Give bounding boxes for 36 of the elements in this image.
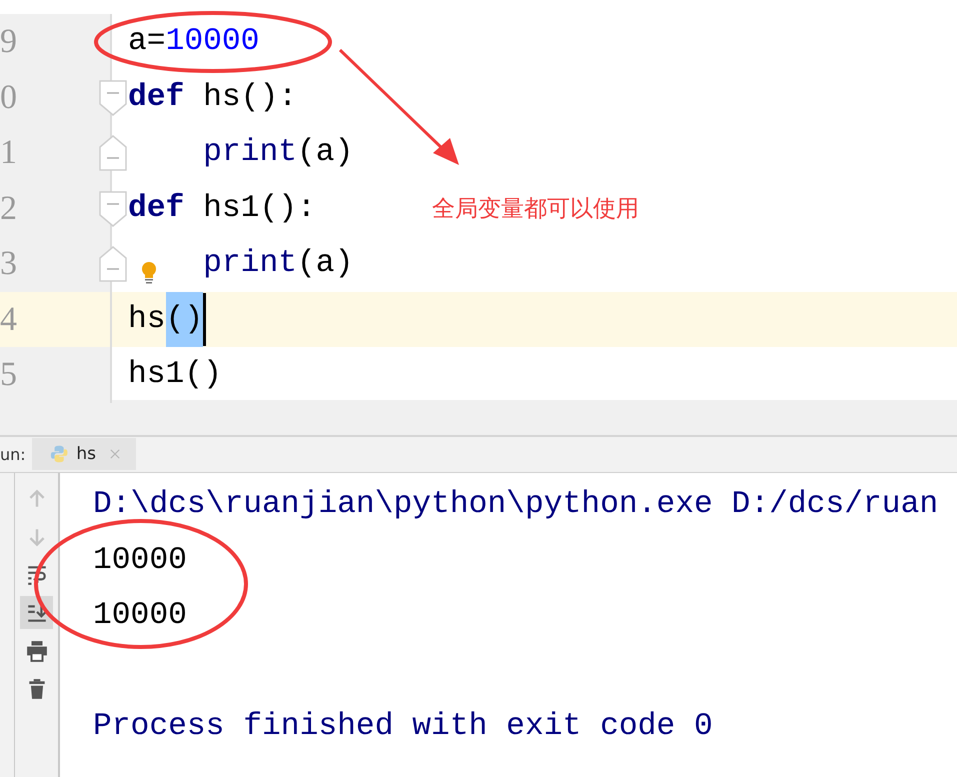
code-text: (a)	[297, 135, 354, 170]
python-icon	[50, 443, 68, 465]
code-text: def	[128, 80, 184, 115]
close-icon[interactable]	[110, 448, 120, 460]
line-number: 0	[0, 78, 17, 118]
lightbulb-icon[interactable]	[141, 262, 157, 284]
line-number: 5	[0, 355, 17, 395]
code-text: a=	[128, 24, 166, 60]
run-label: un:	[0, 444, 27, 466]
line-number: 4	[0, 300, 17, 340]
console-text: 10000	[93, 598, 187, 633]
line-number: 2	[0, 188, 17, 228]
code-text: hs():	[202, 80, 298, 115]
fold-marker-icon[interactable]	[99, 246, 127, 282]
fold-marker-icon[interactable]	[99, 80, 127, 116]
console-text: Process finished with exit code 0	[93, 709, 713, 744]
code-text: hs1():	[202, 190, 316, 226]
run-tab[interactable]: hs	[32, 438, 136, 470]
line-number: 9	[0, 22, 17, 62]
console-text: D:\dcs\ruanjian\python\python.exe D:/dcs/ruan	[93, 487, 938, 522]
code-text: hs	[128, 302, 166, 337]
code-text: def	[128, 190, 184, 226]
fold-marker-icon[interactable]	[99, 135, 127, 171]
fold-marker-icon[interactable]	[99, 190, 127, 226]
line-number: 3	[0, 244, 17, 284]
splitter-bar[interactable]	[0, 400, 957, 437]
console-text: 10000	[93, 542, 187, 578]
line-number: 1	[0, 133, 17, 173]
code-text: ()	[166, 292, 204, 347]
code-text: 10000	[166, 24, 260, 60]
scroll-to-end-icon[interactable]	[20, 596, 53, 629]
code-text: (a)	[297, 246, 354, 282]
code-text: hs1()	[128, 357, 222, 392]
code-text: print	[203, 135, 298, 170]
code-text: print	[203, 246, 298, 282]
annotation-text: 全局变量都可以使用	[432, 195, 639, 224]
